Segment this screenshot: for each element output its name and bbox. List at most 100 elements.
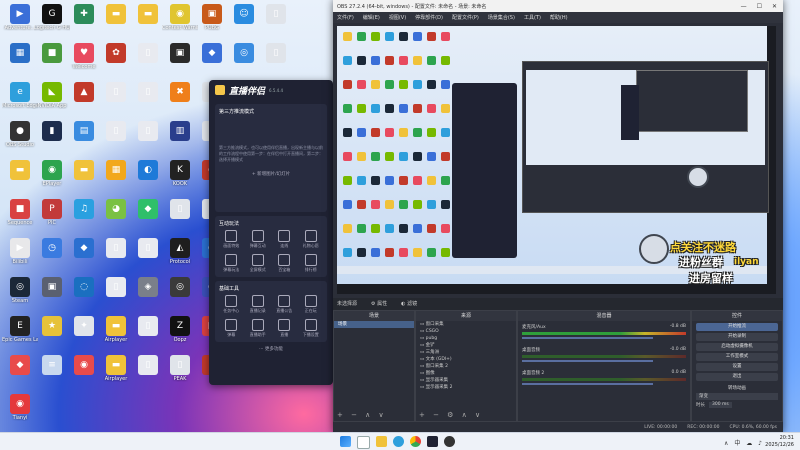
edge-icon[interactable]: [393, 436, 404, 447]
desktop-icon[interactable]: ◐: [130, 160, 166, 181]
menu-item[interactable]: 工具(T): [524, 14, 541, 21]
menu-item[interactable]: 场景集合(S): [488, 14, 515, 21]
desktop-icon[interactable]: ◉: [66, 355, 102, 376]
menu-item[interactable]: 帮助(H): [550, 14, 568, 21]
desktop-icon[interactable]: ▶ Adventure...: [2, 4, 38, 31]
desktop-icon[interactable]: ● OBS Studio: [2, 121, 38, 148]
desktop-icon[interactable]: ▯: [130, 43, 166, 64]
desktop-icon[interactable]: ◷: [34, 238, 70, 259]
companion-app-icon[interactable]: [427, 436, 438, 447]
file-explorer-icon[interactable]: [376, 436, 387, 447]
obs-preview[interactable]: 点关注不迷路 进粉丝群 进房留样 ilyan: [337, 26, 776, 294]
desktop-icon[interactable]: ▯: [98, 238, 134, 259]
menu-item[interactable]: 停靠部件(D): [415, 14, 443, 21]
desktop-icon[interactable]: ✖: [162, 82, 198, 103]
start-icon[interactable]: [340, 436, 351, 447]
desktop-icon[interactable]: ▯: [130, 355, 166, 376]
desktop-icon[interactable]: ▶ Bilibili: [2, 238, 38, 265]
menu-item[interactable]: 配置文件(P): [452, 14, 479, 21]
desktop-icon[interactable]: ◆: [66, 238, 102, 259]
desktop-icon[interactable]: ◆: [194, 43, 230, 64]
tool-button[interactable]: 弹幕玩法: [219, 254, 244, 273]
tool-button[interactable]: 直播: [272, 319, 297, 338]
desktop-icon[interactable]: ▯: [98, 121, 134, 142]
control-button[interactable]: 设置: [696, 363, 778, 371]
desktop-icon[interactable]: ◉ EPlayer: [34, 160, 70, 187]
desktop-icon[interactable]: ▯: [258, 43, 294, 64]
desktop-icon[interactable]: ■: [34, 43, 70, 64]
tool-button[interactable]: 正在玩: [299, 295, 324, 314]
volume-slider[interactable]: [522, 383, 654, 385]
desktop-icon[interactable]: ▣ PUBG: [194, 4, 230, 31]
desktop-icon[interactable]: ✦: [66, 316, 102, 337]
tool-button[interactable]: 直播记录: [246, 295, 271, 314]
desktop-icon[interactable]: ◎ Steam: [2, 277, 38, 304]
transition-select[interactable]: 渐变: [696, 393, 778, 400]
filters-button[interactable]: ◐ 滤镜: [401, 300, 417, 308]
tool-button[interactable]: 排行榜: [299, 254, 324, 273]
properties-button[interactable]: ⚙ 属性: [371, 300, 387, 308]
desktop-icon[interactable]: ◎: [162, 277, 198, 298]
tool-button[interactable]: 画面特效: [219, 230, 244, 249]
desktop-icon[interactable]: ◈: [130, 277, 166, 298]
tool-button[interactable]: 任务中心: [219, 295, 244, 314]
tool-button[interactable]: 直播公告: [272, 295, 297, 314]
system-tray-icons[interactable]: ∧ 中 ☁ ♪: [724, 438, 764, 447]
desktop-icon[interactable]: ▬: [66, 160, 102, 181]
desktop-icon[interactable]: P PIC: [34, 199, 70, 226]
close-icon[interactable]: ✕: [772, 3, 777, 10]
obs-app-icon[interactable]: [444, 436, 455, 447]
desktop-icon[interactable]: ◌: [66, 277, 102, 298]
add-scene-button[interactable]: + 新增图片/幻灯片: [219, 171, 323, 177]
menu-item[interactable]: 文件(F): [337, 14, 354, 21]
desktop-icon[interactable]: ▯ PEAK: [162, 355, 198, 382]
tool-button[interactable]: 礼物心愿: [299, 230, 324, 249]
tool-button[interactable]: 直播助手: [246, 319, 271, 338]
desktop-icon[interactable]: ▣: [34, 277, 70, 298]
source-item[interactable]: ▭ 图像: [416, 370, 516, 377]
desktop-icon[interactable]: EEpic Games Launcher: [2, 316, 38, 343]
volume-slider[interactable]: [522, 360, 654, 362]
desktop-icon[interactable]: ▯: [98, 82, 134, 103]
source-item[interactable]: ▭ 显示器采集 2: [416, 384, 516, 391]
desktop-icon[interactable]: ▯: [162, 199, 198, 220]
desktop-icon[interactable]: ✿: [98, 43, 134, 64]
minimize-icon[interactable]: —: [741, 3, 747, 10]
search-icon[interactable]: [357, 436, 370, 449]
source-item[interactable]: ▭ 窗口采集: [416, 321, 516, 328]
chrome-icon[interactable]: [410, 436, 421, 447]
desktop-icon[interactable]: ◭ Protocol: [162, 238, 198, 265]
tool-button[interactable]: 弹幕互动: [246, 230, 271, 249]
source-item[interactable]: ▭ 金铲: [416, 342, 516, 349]
desktop-icon[interactable]: ◉Contest Warning: [162, 4, 198, 31]
desktop-icon[interactable]: ▬ Airplayer: [98, 316, 134, 343]
more-functions-link[interactable]: ··· 更多功能: [209, 346, 333, 352]
desktop-icon[interactable]: ◕: [98, 199, 134, 220]
desktop-icon[interactable]: ♥ Welcome: [66, 43, 102, 70]
desktop-icon[interactable]: ▦: [2, 43, 38, 64]
desktop-icon[interactable]: ★: [34, 316, 70, 337]
desktop-icon[interactable]: ◆: [2, 355, 38, 376]
desktop-icon[interactable]: ▥: [162, 121, 198, 142]
desktop-icon[interactable]: ▬: [2, 160, 38, 181]
maximize-icon[interactable]: ☐: [757, 3, 762, 10]
desktop-icon[interactable]: ▬: [130, 4, 166, 25]
desktop-icon[interactable]: e Microsoft Edge: [2, 82, 38, 109]
desktop-icon[interactable]: ▯: [98, 277, 134, 298]
desktop-icon[interactable]: G Logitech G HUB: [34, 4, 70, 31]
tool-button[interactable]: 连线: [272, 230, 297, 249]
desktop-icon[interactable]: ▯: [130, 82, 166, 103]
scene-item[interactable]: 场景: [334, 321, 414, 328]
tool-button[interactable]: 下播设置: [299, 319, 324, 338]
desktop-icon[interactable]: ▣: [162, 43, 198, 64]
desktop-icon[interactable]: ☺: [226, 4, 262, 25]
volume-slider[interactable]: [522, 337, 654, 339]
mode-tab[interactable]: 第三方推流模式: [219, 108, 323, 115]
desktop-icon[interactable]: ◎: [226, 43, 262, 64]
source-item[interactable]: ▭ 文本 (GDI+): [416, 356, 516, 363]
source-item[interactable]: ▭ pubg: [416, 335, 516, 342]
control-button[interactable]: 开始录制: [696, 333, 778, 341]
desktop-icon[interactable]: ▯: [258, 4, 294, 25]
source-item[interactable]: ▭ CSGO: [416, 328, 516, 335]
desktop-icon[interactable]: ✚: [66, 4, 102, 25]
